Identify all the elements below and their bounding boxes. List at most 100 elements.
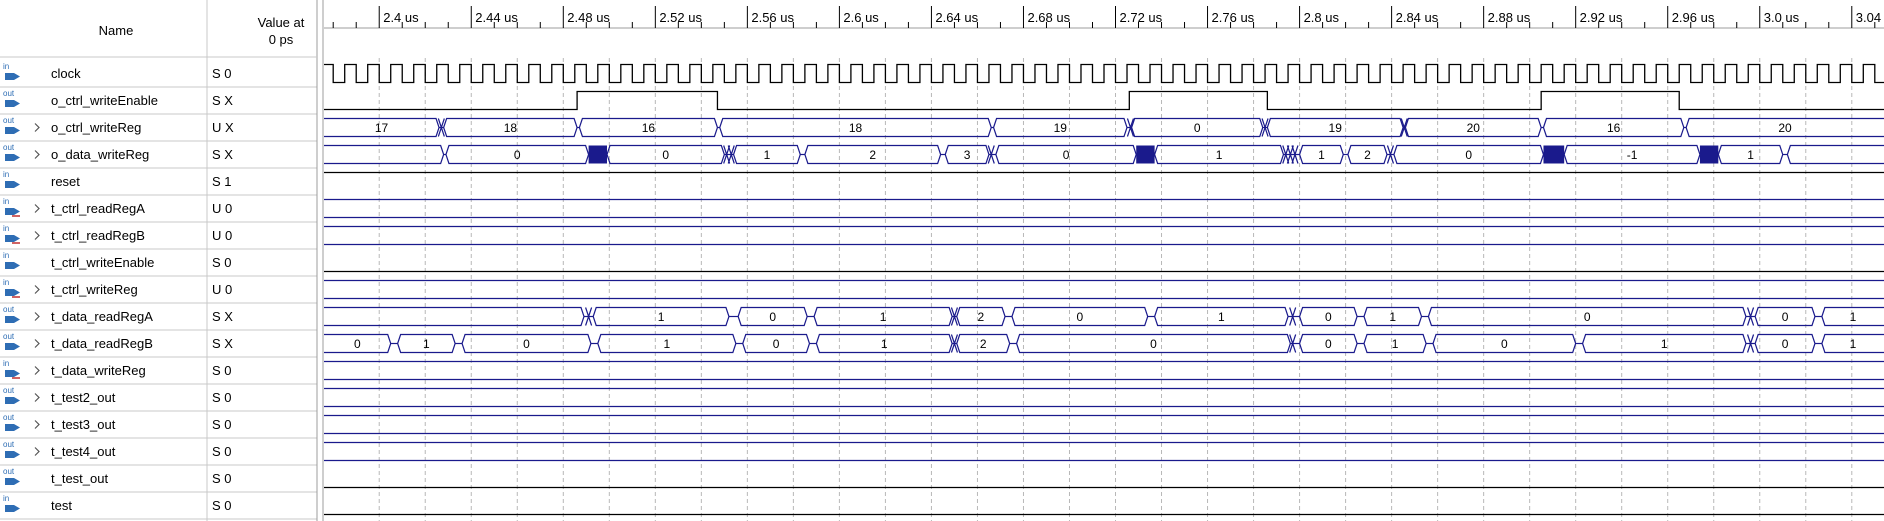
- bus-value-label: 0: [1325, 337, 1332, 351]
- bus-value-label: 0: [523, 337, 530, 351]
- signal-name[interactable]: t_test3_out: [51, 417, 116, 432]
- signal-value: U 0: [212, 228, 232, 243]
- value-column-header-line2: 0 ps: [269, 32, 294, 47]
- pin-body-shape: [5, 316, 14, 323]
- ruler-tick-label: 2.76 us: [1212, 10, 1255, 25]
- pin-body-shape: [5, 73, 14, 80]
- bus-value-label: 1: [1392, 337, 1399, 351]
- pin-direction-label: in: [3, 224, 9, 233]
- signal-value: S 0: [212, 363, 232, 378]
- ruler-tick-label: 2.72 us: [1120, 10, 1163, 25]
- bus-value-label: 1: [423, 337, 430, 351]
- signal-name[interactable]: o_ctrl_writeReg: [51, 120, 141, 135]
- bus-dense-activity: [1699, 145, 1719, 164]
- bus-value-label: 1: [1218, 310, 1225, 324]
- signal-value: U 0: [212, 201, 232, 216]
- bus-value-label: 1: [1661, 337, 1668, 351]
- pin-direction-label: out: [3, 413, 15, 422]
- signal-name[interactable]: o_ctrl_writeEnable: [51, 93, 158, 108]
- pin-direction-label: in: [3, 494, 9, 503]
- signal-value: S 1: [212, 174, 232, 189]
- signal-value: S 0: [212, 471, 232, 486]
- signal-name[interactable]: t_ctrl_writeEnable: [51, 255, 154, 270]
- ruler-tick-label: 2.4 us: [383, 10, 419, 25]
- bus-value-label: 1: [1850, 337, 1857, 351]
- pin-body-shape: [5, 100, 14, 107]
- ruler-tick-label: 2.84 us: [1396, 10, 1439, 25]
- pin-body-shape: [5, 343, 14, 350]
- signal-value: S 0: [212, 444, 232, 459]
- value-column-header-line1: Value at: [258, 15, 305, 30]
- signal-value: S 0: [212, 498, 232, 513]
- signal-value: S 0: [212, 255, 232, 270]
- bus-value-label: 18: [849, 121, 863, 135]
- signal-name[interactable]: t_test_out: [51, 471, 108, 486]
- bus-value-label: 0: [1076, 310, 1083, 324]
- signal-name[interactable]: test: [51, 498, 72, 513]
- ruler-tick-label: 2.8 us: [1304, 10, 1340, 25]
- pin-body-shape: [5, 127, 14, 134]
- bus-value-label: 0: [1325, 310, 1332, 324]
- signal-name[interactable]: t_test2_out: [51, 390, 116, 405]
- signal-value: S 0: [212, 417, 232, 432]
- signal-name[interactable]: reset: [51, 174, 80, 189]
- signal-name[interactable]: o_data_writeReg: [51, 147, 149, 162]
- bus-value-label: 18: [504, 121, 518, 135]
- ruler-tick-label: 2.56 us: [751, 10, 794, 25]
- signal-name[interactable]: t_ctrl_readRegB: [51, 228, 145, 243]
- ruler-tick-label: 2.96 us: [1672, 10, 1715, 25]
- bus-value-label: 3: [964, 148, 971, 162]
- bus-value-label: 2: [980, 337, 987, 351]
- bus-value-label: 0: [773, 337, 780, 351]
- pin-direction-label: out: [3, 440, 15, 449]
- bus-value-label: 0: [1150, 337, 1157, 351]
- signal-value: S X: [212, 147, 233, 162]
- ruler-tick-label: 2.44 us: [475, 10, 518, 25]
- ruler-tick-label: 2.68 us: [1027, 10, 1070, 25]
- pin-direction-label: out: [3, 143, 15, 152]
- pin-body-shape: [5, 181, 14, 188]
- pin-body-shape: [5, 289, 14, 296]
- bus-value-label: 2: [1364, 148, 1371, 162]
- pin-direction-label: out: [3, 467, 15, 476]
- signal-value: U 0: [212, 282, 232, 297]
- bus-value-label: 2: [869, 148, 876, 162]
- bus-value-label: 1: [658, 310, 665, 324]
- ruler-tick-label: 2.88 us: [1488, 10, 1531, 25]
- bus-value-label: 20: [1778, 121, 1792, 135]
- bus-value-label: 1: [663, 337, 670, 351]
- ruler-tick-label: 2.6 us: [843, 10, 879, 25]
- bus-value-label: 19: [1329, 121, 1343, 135]
- pin-direction-label: in: [3, 359, 9, 368]
- bus-value-label: 19: [1054, 121, 1068, 135]
- signal-name[interactable]: t_ctrl_readRegA: [51, 201, 145, 216]
- bus-value-label: 1: [880, 310, 887, 324]
- pin-direction-label: out: [3, 116, 15, 125]
- pin-direction-label: in: [3, 62, 9, 71]
- bus-value-label: 1: [1389, 310, 1396, 324]
- bus-value-label: 16: [642, 121, 656, 135]
- signal-name[interactable]: t_data_readRegB: [51, 336, 153, 351]
- pin-body-shape: [5, 505, 14, 512]
- name-column-header[interactable]: Name: [99, 23, 134, 38]
- pin-body-shape: [5, 478, 14, 485]
- bus-value-label: 0: [1063, 148, 1070, 162]
- signal-name[interactable]: t_ctrl_writeReg: [51, 282, 138, 297]
- signal-value: U X: [212, 120, 234, 135]
- pin-body-shape: [5, 154, 14, 161]
- bus-value-label: 1: [1850, 310, 1857, 324]
- ruler-tick-label: 3.04 us: [1856, 10, 1884, 25]
- pin-direction-label: in: [3, 278, 9, 287]
- bus-value-label: 0: [662, 148, 669, 162]
- pin-body-shape: [5, 424, 14, 431]
- ruler-tick-label: 2.52 us: [659, 10, 702, 25]
- pin-body-shape: [5, 208, 14, 215]
- pin-body-shape: [5, 451, 14, 458]
- pin-body-shape: [5, 370, 14, 377]
- signal-name[interactable]: t_test4_out: [51, 444, 116, 459]
- signal-name[interactable]: t_data_writeReg: [51, 363, 146, 378]
- signal-name[interactable]: clock: [51, 66, 81, 81]
- waveform-viewer[interactable]: Name Value at 0 ps 2.4 us 2.44 us 2.48 us 2…: [0, 0, 1884, 521]
- signal-name[interactable]: t_data_readRegA: [51, 309, 153, 324]
- bus-value-label: 1: [764, 148, 771, 162]
